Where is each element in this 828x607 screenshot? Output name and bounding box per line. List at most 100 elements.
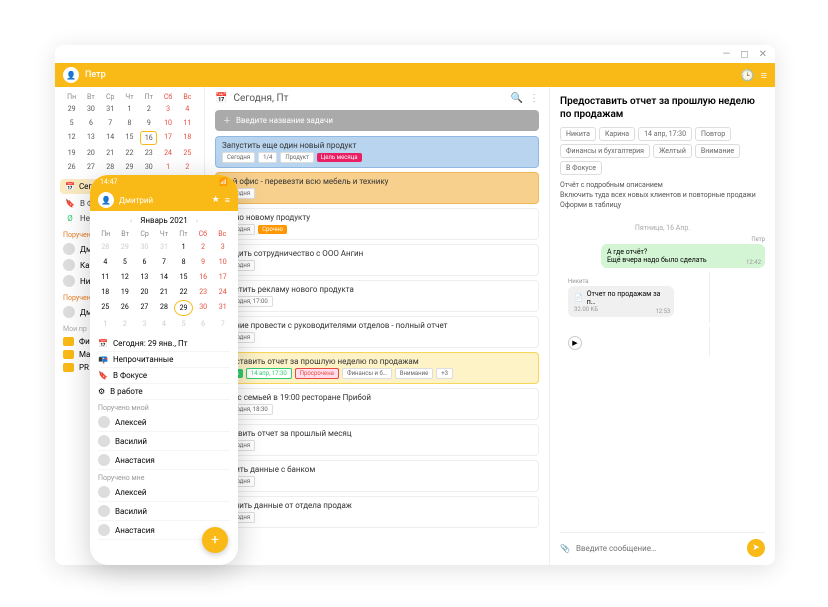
user-avatar[interactable]: 👤 [63,67,79,83]
phone-menu-icon[interactable]: ≡ [225,195,230,206]
phone-cal-day[interactable]: 26 [116,300,135,316]
chevron-left-icon[interactable]: ‹ [130,216,132,225]
task-item[interactable]: Запустить еще один новый продуктСегодня1… [215,136,539,168]
search-icon[interactable]: 🔍 [511,93,523,104]
calendar-day[interactable]: 8 [121,117,138,129]
phone-cal-day[interactable]: 18 [96,285,115,299]
calendar-day[interactable]: 3 [159,103,176,115]
phone-cal-day[interactable]: 28 [96,240,115,254]
calendar-day[interactable]: 4 [179,103,196,115]
phone-cal-day[interactable]: 4 [155,317,174,331]
phone-nav-item[interactable]: ⚙В работе [98,384,230,400]
detail-chip[interactable]: В Фокусе [560,161,602,175]
task-item[interactable]: верить данные с банкомСегодня [215,460,539,492]
phone-cal-day[interactable]: 7 [155,255,174,269]
phone-cal-day[interactable]: 2 [116,317,135,331]
calendar-day[interactable]: 10 [159,117,176,129]
task-item[interactable]: апустить рекламу нового продуктаСегодня,… [215,280,539,312]
phone-nav-item[interactable]: 📭Непрочитанные [98,352,230,368]
task-item[interactable]: брание провести с руководителями отделов… [215,316,539,348]
calendar-day[interactable]: 17 [159,131,176,145]
phone-cal-day[interactable]: 29 [174,300,193,316]
maximize-icon[interactable]: ◻ [740,49,748,60]
minimize-icon[interactable]: — [722,49,730,60]
phone-cal-day[interactable]: 3 [213,240,232,254]
phone-cal-day[interactable]: 10 [213,255,232,269]
phone-cal-day[interactable]: 15 [174,270,193,284]
task-item[interactable]: олучить данные от отдела продажСегодня [215,496,539,528]
calendar-day[interactable]: 31 [102,103,119,115]
calendar-day[interactable]: 5 [63,117,80,129]
phone-person[interactable]: Алексей [98,413,230,432]
calendar-day[interactable]: 23 [140,147,157,159]
message-input[interactable] [576,544,741,553]
phone-cal-day[interactable]: 14 [155,270,174,284]
play-icon[interactable]: ▶ [568,336,582,350]
star-icon[interactable]: ★ [212,195,220,205]
attach-icon[interactable]: 📎 [560,544,570,553]
calendar-day[interactable]: 6 [82,117,99,129]
phone-person[interactable]: Алексей [98,483,230,502]
calendar-day[interactable]: 25 [179,147,196,159]
task-item[interactable]: бсудить сотрудничество с ООО АнгинСегодн… [215,244,539,276]
phone-cal-day[interactable]: 4 [96,255,115,269]
fab-add-button[interactable]: + [202,527,228,553]
calendar-day[interactable]: 11 [179,117,196,129]
phone-cal-day[interactable]: 30 [194,300,213,316]
task-item[interactable]: кин с семьей в 19:00 ресторане ПрибойСег… [215,388,539,420]
task-item[interactable]: едоставить отчет за прошлую неделю по пр… [215,352,539,384]
phone-cal-day[interactable]: 3 [135,317,154,331]
user-name[interactable]: Петр [85,70,106,80]
calendar-day[interactable]: 14 [102,131,119,145]
calendar-day[interactable]: 29 [63,103,80,115]
calendar-day[interactable]: 19 [63,147,80,159]
phone-cal-day[interactable]: 2 [194,240,213,254]
phone-cal-day[interactable]: 9 [194,255,213,269]
close-icon[interactable]: ✕ [759,49,767,60]
phone-cal-day[interactable]: 8 [174,255,193,269]
phone-cal-day[interactable]: 6 [194,317,213,331]
task-item[interactable]: готовить отчет за прошлый месяцСегодня [215,424,539,456]
phone-cal-day[interactable]: 28 [155,300,174,316]
calendar-day[interactable]: 26 [63,161,80,173]
phone-cal-day[interactable]: 20 [135,285,154,299]
calendar-day[interactable]: 9 [140,117,157,129]
calendar-day[interactable]: 13 [82,131,99,145]
detail-chip[interactable]: Никита [560,127,596,141]
task-item[interactable]: ны по новому продуктуСегодняСрочно [215,208,539,240]
phone-cal-day[interactable]: 5 [116,255,135,269]
month-selector[interactable]: ‹ Январь 2021 › [90,211,238,230]
phone-nav-item[interactable]: 🔖В Фокусе [98,368,230,384]
calendar-day[interactable]: 24 [159,147,176,159]
calendar-day[interactable]: 1 [159,161,176,173]
phone-cal-day[interactable]: 19 [116,285,135,299]
phone-cal-day[interactable]: 12 [116,270,135,284]
calendar-day[interactable]: 15 [121,131,138,145]
calendar-day[interactable]: 16 [140,131,157,145]
calendar-day[interactable]: 12 [63,131,80,145]
phone-cal-day[interactable]: 11 [96,270,115,284]
phone-cal-day[interactable]: 30 [135,240,154,254]
phone-cal-day[interactable]: 13 [135,270,154,284]
calendar-day[interactable]: 20 [82,147,99,159]
menu-icon[interactable]: ≡ [761,69,767,82]
phone-cal-day[interactable]: 21 [155,285,174,299]
calendar-day[interactable]: 28 [102,161,119,173]
calendar-day[interactable]: 29 [121,161,138,173]
calendar-day[interactable]: 2 [140,103,157,115]
phone-person[interactable]: Анастасия [98,451,230,470]
calendar-day[interactable]: 21 [102,147,119,159]
phone-cal-day[interactable]: 1 [174,240,193,254]
detail-chip[interactable]: 14 апр, 17:30 [638,127,692,141]
more-icon[interactable]: ⋮ [529,93,539,104]
calendar-day[interactable]: 2 [179,161,196,173]
phone-cal-day[interactable]: 16 [194,270,213,284]
task-item[interactable]: вый офис - перевезти всю мебель и техник… [215,172,539,204]
phone-avatar[interactable]: 👤 [98,192,114,208]
phone-cal-day[interactable]: 31 [213,300,232,316]
detail-chip[interactable]: Карина [599,127,635,141]
calendar-day[interactable]: 30 [140,161,157,173]
calendar-day[interactable]: 22 [121,147,138,159]
detail-chip[interactable]: Внимание [695,144,740,158]
phone-cal-day[interactable]: 23 [194,285,213,299]
